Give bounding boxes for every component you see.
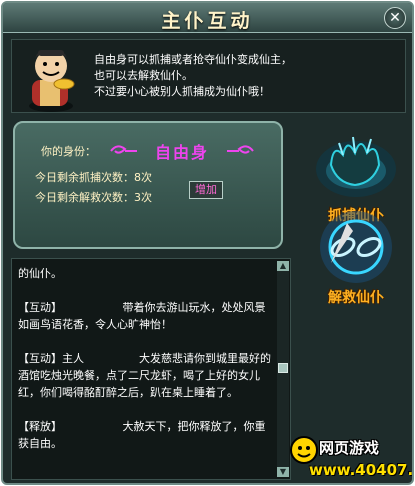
- scroll-down-icon[interactable]: ▼: [277, 467, 289, 477]
- watermark-site: www.40407.com: [309, 461, 414, 479]
- rescue-count-label: 今日剩余解救次数：: [35, 191, 134, 204]
- close-icon: ✕: [389, 10, 401, 26]
- identity-value: 自由身: [154, 143, 209, 162]
- log-entry: 【释放】 大赦天下，把你释放了，你重获自由。: [18, 420, 266, 450]
- window-title: 主仆互动: [161, 10, 254, 32]
- intro-line: 也可以去解救仙仆。: [94, 69, 193, 82]
- close-button[interactable]: ✕: [384, 7, 406, 29]
- log-content: 的仙仆。 【互动】 带着你去游山玩水，处处风景如画鸟语花香，令人心旷神怡！ 【互…: [18, 265, 273, 469]
- rescue-action-label: 解救仙仆: [328, 290, 384, 306]
- capture-count-label: 今日剩余抓捕次数：: [35, 171, 134, 184]
- add-capture-button[interactable]: 增加: [189, 181, 223, 199]
- site-watermark: 网页游戏 www.40407.com: [289, 431, 414, 483]
- log-scrollbar[interactable]: ▲ ▼: [277, 261, 289, 477]
- rescue-count-value: 3次: [134, 191, 152, 204]
- intro-box: 自由身可以抓捕或者抢夺仙仆变成仙主， 也可以去解救仙仆。 不过要小心被别人抓捕成…: [11, 39, 406, 113]
- watermark-title: 网页游戏: [319, 439, 380, 457]
- identity-card: 你的身份： 自由身 今日剩余抓捕次数：8次 增加 今日剩余解救次数：3次: [13, 121, 283, 249]
- rescue-action-button[interactable]: 解救仙仆: [303, 203, 409, 313]
- broken-chain-icon: [320, 211, 392, 283]
- identity-label: 你的身份：: [41, 145, 96, 158]
- interaction-log[interactable]: 的仙仆。 【互动】 带着你去游山玩水，处处风景如画鸟语花香，令人心旷神怡！ 【互…: [11, 258, 291, 480]
- intro-line: 自由身可以抓捕或者抢夺仙仆变成仙主，: [94, 53, 292, 66]
- capture-count-value: 8次: [134, 171, 152, 184]
- title-bar: 主仆互动 ✕: [3, 3, 412, 33]
- interaction-panel: 主仆互动 ✕ 自由身可以抓捕或者抢夺仙仆变成仙主， 也可以去解救仙仆。 不过要小…: [1, 1, 414, 485]
- scroll-thumb[interactable]: [278, 363, 288, 373]
- scroll-up-icon[interactable]: ▲: [277, 261, 289, 271]
- claw-hand-icon: [316, 136, 396, 197]
- log-entry: 的仙仆。: [18, 267, 62, 280]
- log-entry: 【互动】主人 大发慈悲请你到城里最好的酒馆吃烛光晚餐，点了二尺龙虾，喝了上好的女…: [18, 352, 271, 399]
- rescue-count-row: 今日剩余解救次数：3次: [35, 189, 152, 205]
- identity-value-frame: 自由身: [107, 139, 257, 163]
- intro-text: 自由身可以抓捕或者抢夺仙仆变成仙主， 也可以去解救仙仆。 不过要小心被别人抓捕成…: [94, 52, 399, 100]
- npc-portrait: [29, 50, 75, 112]
- log-entry: 【互动】 带着你去游山玩水，处处风景如画鸟语花香，令人心旷神怡！: [18, 301, 266, 331]
- capture-count-row: 今日剩余抓捕次数：8次: [35, 169, 152, 185]
- intro-line: 不过要小心被别人抓捕成为仙仆哦！: [94, 85, 270, 98]
